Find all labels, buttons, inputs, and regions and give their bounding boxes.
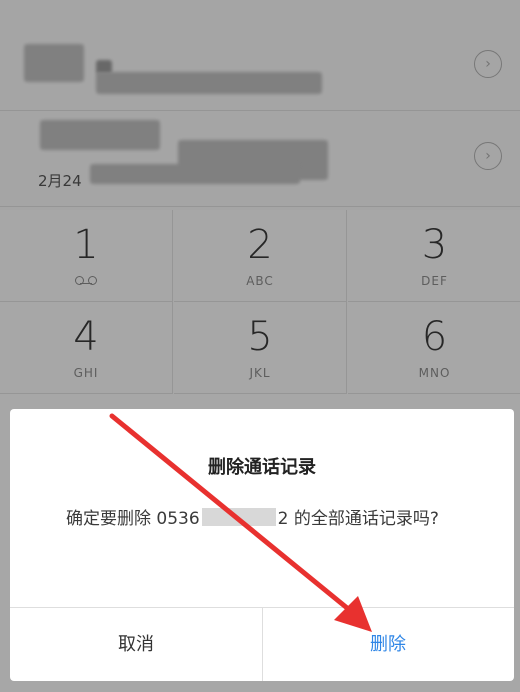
dialog-title: 删除通话记录 xyxy=(208,457,316,478)
dialog-actions: 取消 删除 xyxy=(10,607,514,681)
delete-call-log-dialog: 删除通话记录 确定要删除 0536 2 的全部通话记录吗? 取消 删除 xyxy=(10,409,514,681)
cancel-button[interactable]: 取消 xyxy=(10,608,263,681)
message-prefix: 确定要删除 0536 xyxy=(66,509,200,529)
message-suffix: 2 的全部通话记录吗? xyxy=(277,509,439,529)
dialog-message: 确定要删除 0536 2 的全部通话记录吗? xyxy=(66,505,476,533)
delete-button[interactable]: 删除 xyxy=(262,608,514,681)
redacted-number xyxy=(201,508,276,526)
